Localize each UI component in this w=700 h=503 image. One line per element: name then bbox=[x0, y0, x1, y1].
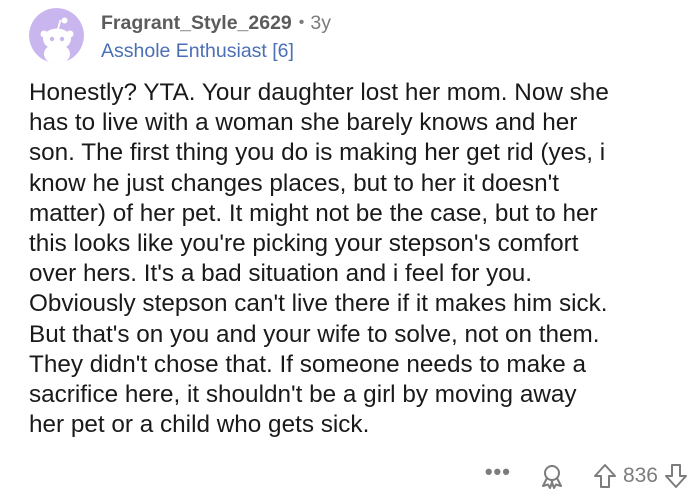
snoo-avatar-icon bbox=[29, 8, 84, 63]
vote-score: 836 bbox=[622, 464, 658, 487]
user-flair: Asshole Enthusiast [6] bbox=[101, 40, 294, 62]
avatar[interactable] bbox=[29, 8, 84, 63]
downvote-button[interactable] bbox=[664, 463, 688, 489]
downvote-arrow-icon bbox=[665, 464, 687, 488]
meta-separator: • bbox=[298, 14, 305, 31]
more-options-button[interactable]: ••• bbox=[485, 461, 511, 483]
comment-header: Fragrant_Style_2629 • 3y Asshole Enthusi… bbox=[29, 8, 331, 68]
comment-card: Fragrant_Style_2629 • 3y Asshole Enthusi… bbox=[0, 0, 700, 503]
award-button[interactable] bbox=[539, 463, 565, 489]
upvote-arrow-icon bbox=[593, 464, 616, 488]
comment-meta: Fragrant_Style_2629 • 3y Asshole Enthusi… bbox=[101, 10, 331, 63]
upvote-button[interactable] bbox=[593, 463, 617, 489]
award-icon bbox=[541, 465, 562, 489]
comment-age: 3y bbox=[310, 11, 331, 34]
comment-actions: ••• 836 bbox=[485, 458, 688, 494]
username-link[interactable]: Fragrant_Style_2629 bbox=[101, 12, 292, 35]
comment-body: Honestly? YTA. Your daughter lost her mo… bbox=[29, 79, 609, 439]
